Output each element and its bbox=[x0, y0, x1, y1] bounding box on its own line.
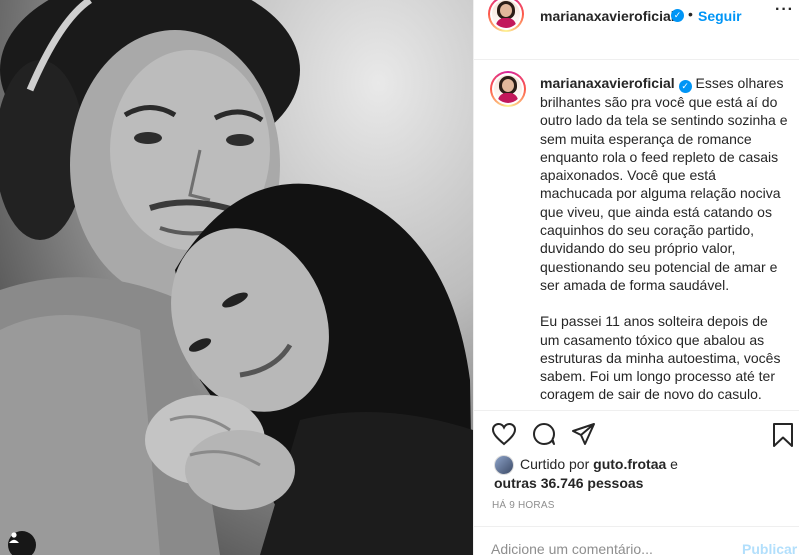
likes-count-line[interactable]: outras 36.746 pessoas bbox=[494, 475, 643, 491]
caption-username[interactable]: marianaxavieroficial bbox=[540, 75, 675, 91]
more-options-icon[interactable]: ··· bbox=[775, 1, 794, 19]
likes-conjunction: e bbox=[670, 456, 678, 472]
publish-button[interactable]: Publicar bbox=[742, 541, 797, 555]
likes-line: Curtido por guto.frotaa e bbox=[520, 456, 678, 472]
verified-badge-icon: ✓ bbox=[671, 9, 684, 22]
others-suffix[interactable]: pessoas bbox=[587, 475, 643, 491]
comment-form: Publicar bbox=[474, 526, 799, 555]
follow-button[interactable]: Seguir bbox=[698, 8, 742, 24]
author-avatar[interactable] bbox=[488, 0, 524, 32]
post-header: marianaxavieroficial ✓ • Seguir ··· bbox=[474, 0, 799, 60]
likes-count[interactable]: 36.746 bbox=[541, 475, 584, 491]
separator-dot: • bbox=[688, 6, 693, 22]
liker-username[interactable]: guto.frotaa bbox=[593, 456, 666, 472]
caption-author-avatar[interactable] bbox=[490, 71, 526, 107]
verified-badge-icon: ✓ bbox=[678, 80, 692, 93]
action-bar bbox=[474, 410, 799, 454]
post-timestamp[interactable]: HÁ 9 HORAS bbox=[492, 500, 555, 511]
share-icon[interactable] bbox=[571, 422, 597, 446]
likes-summary: Curtido por guto.frotaa e outras 36.746 … bbox=[494, 455, 794, 495]
liker-avatar[interactable] bbox=[494, 455, 514, 475]
post-sidebar: marianaxavieroficial ✓ • Seguir ··· mari… bbox=[473, 0, 799, 555]
post-caption: marianaxavieroficial ✓ Esses olhares bril… bbox=[540, 74, 790, 409]
tagged-user-button[interactable] bbox=[8, 531, 36, 555]
caption-text: Esses olhares brilhantes são pra você qu… bbox=[540, 75, 788, 293]
caption-paragraph: Eu passei 11 anos solteira depois de um … bbox=[540, 313, 781, 403]
comments-scroll-area[interactable]: marianaxavieroficial ✓ Esses olhares bril… bbox=[474, 61, 799, 409]
heart-icon[interactable] bbox=[491, 422, 517, 446]
photo-artwork bbox=[0, 0, 473, 555]
author-username[interactable]: marianaxavieroficial bbox=[540, 8, 675, 24]
comment-icon[interactable] bbox=[531, 422, 557, 446]
bookmark-icon[interactable] bbox=[771, 422, 795, 448]
comment-input[interactable] bbox=[491, 541, 721, 555]
post-photo[interactable] bbox=[0, 0, 473, 555]
caption-paragraph: marianaxavieroficial ✓ Esses olhares bril… bbox=[540, 74, 790, 294]
liked-by-prefix: Curtido por bbox=[520, 456, 590, 472]
person-icon bbox=[9, 532, 19, 543]
others-prefix[interactable]: outras bbox=[494, 475, 537, 491]
